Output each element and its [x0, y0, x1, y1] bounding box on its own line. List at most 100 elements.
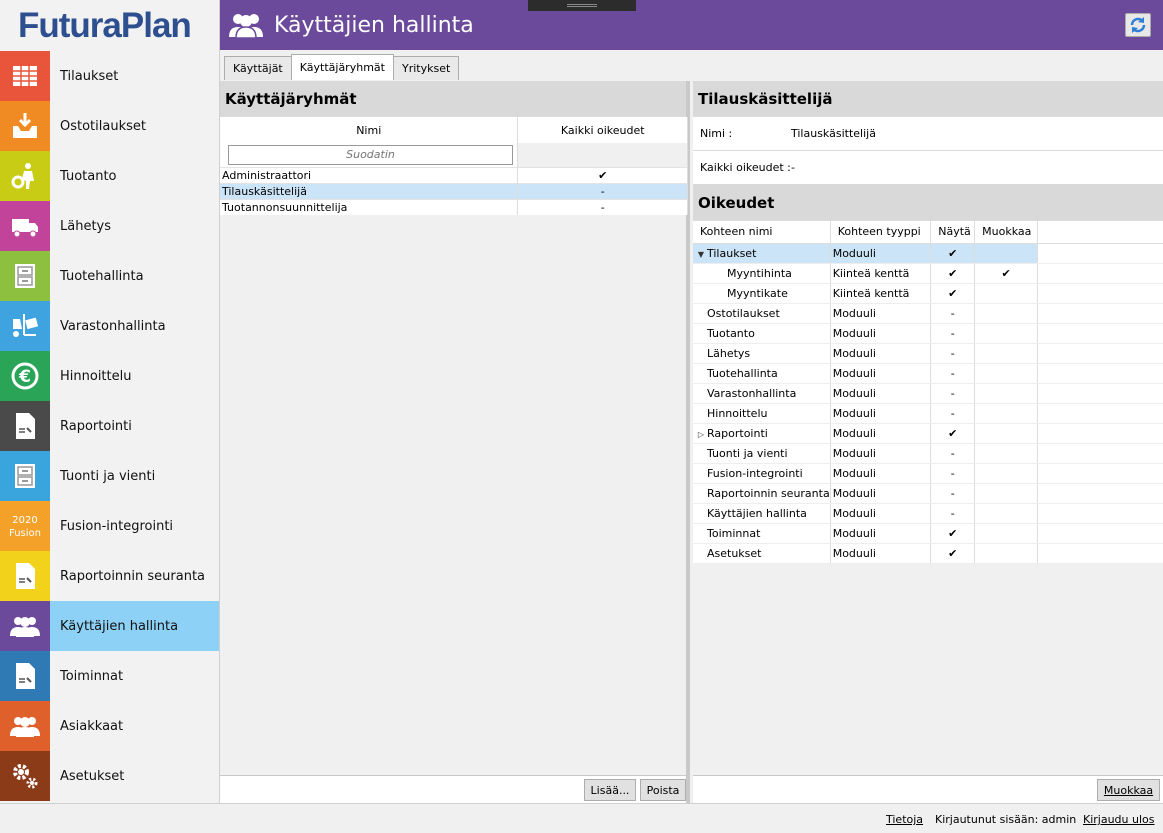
table-row[interactable]: Hinnoittelu Moduuli - [693, 403, 1163, 424]
permission-show-cell[interactable]: - [930, 503, 976, 524]
permission-type-cell: Moduuli [830, 363, 932, 384]
column-header-item-name[interactable]: Kohteen nimi [693, 221, 831, 244]
sidebar-item-toiminnat[interactable]: Toiminnat [0, 651, 219, 701]
window-drag-handle[interactable] [528, 0, 636, 11]
app-logo: FuturaPlan [18, 5, 192, 45]
permission-show-cell[interactable]: - [930, 403, 976, 424]
permission-name-cell: Myyntikate [693, 283, 831, 304]
permission-name-cell: Toiminnat [693, 523, 831, 544]
sidebar: FuturaPlan Tilaukset Ostotilaukset Tuotant… [0, 0, 220, 803]
permission-show-cell[interactable]: - [930, 443, 976, 464]
permission-edit-cell[interactable] [974, 483, 1039, 504]
table-row[interactable]: Tuotehallinta Moduuli - [693, 363, 1163, 384]
permission-edit-cell[interactable] [974, 403, 1039, 424]
remove-group-button[interactable]: Poista [640, 779, 686, 801]
permission-name: Ostotilaukset [707, 306, 780, 320]
edit-permissions-button[interactable]: Muokkaa [1097, 779, 1160, 801]
column-header-all-rights[interactable]: Kaikki oikeudet [517, 117, 688, 143]
table-row[interactable]: Tilauskäsittelijä - [220, 182, 688, 199]
table-row[interactable]: Tuonti ja vienti Moduuli - [693, 443, 1163, 464]
permission-edit-cell[interactable] [974, 283, 1039, 304]
permission-show-cell[interactable]: - [930, 483, 976, 504]
permission-type-cell: Moduuli [830, 463, 932, 484]
table-row[interactable]: Fusion-integrointi Moduuli - [693, 463, 1163, 484]
permission-edit-cell[interactable] [974, 243, 1039, 264]
permission-edit-cell[interactable] [974, 523, 1039, 544]
column-header-edit[interactable]: Muokkaa [974, 221, 1039, 244]
column-header-show[interactable]: Näytä [930, 221, 976, 244]
tab-user-groups[interactable]: Käyttäjäryhmät [290, 54, 394, 80]
table-row[interactable]: Myyntihinta Kiinteä kenttä ✔ ✔ [693, 263, 1163, 284]
permission-show-cell[interactable]: - [930, 383, 976, 404]
permission-show-cell[interactable]: ✔ [930, 243, 976, 264]
sidebar-item-varastonhallinta[interactable]: Varastonhallinta [0, 301, 219, 351]
sidebar-item-ostotilaukset[interactable]: Ostotilaukset [0, 101, 219, 151]
tree-expander-icon[interactable]: ▷ [695, 430, 707, 439]
sidebar-item-tilaukset[interactable]: Tilaukset [0, 51, 219, 101]
sidebar-item-asetukset[interactable]: Asetukset [0, 751, 219, 801]
column-header-item-type[interactable]: Kohteen tyyppi [830, 221, 932, 244]
logout-link[interactable]: Kirjaudu ulos [1083, 813, 1155, 826]
permission-show-cell[interactable]: ✔ [930, 283, 976, 304]
sidebar-item-hinnoittelu[interactable]: € Hinnoittelu [0, 351, 219, 401]
permission-show-cell[interactable]: - [930, 323, 976, 344]
table-row[interactable]: ▼ Tilaukset Moduuli ✔ [693, 243, 1163, 264]
permission-edit-cell[interactable] [974, 383, 1039, 404]
table-row[interactable]: Käyttäjien hallinta Moduuli - [693, 503, 1163, 524]
sidebar-item-raportointi[interactable]: Raportointi [0, 401, 219, 451]
report-icon [0, 551, 50, 601]
permission-name-cell: Tuonti ja vienti [693, 443, 831, 464]
table-row[interactable]: Ostotilaukset Moduuli - [693, 303, 1163, 324]
column-header-name[interactable]: Nimi [220, 117, 519, 143]
sidebar-item-raportoinnin-seuranta[interactable]: Raportoinnin seuranta [0, 551, 219, 601]
permission-name-cell: Varastonhallinta [693, 383, 831, 404]
permission-show-cell[interactable]: - [930, 303, 976, 324]
tree-expander-icon[interactable]: ▼ [695, 250, 707, 259]
refresh-button[interactable] [1125, 13, 1151, 37]
permission-show-cell[interactable]: ✔ [930, 523, 976, 544]
sidebar-item-label: Raportointi [60, 418, 132, 434]
sidebar-item-fusion-integrointi[interactable]: 2020 Fusion Fusion-integrointi [0, 501, 219, 551]
permission-edit-cell[interactable] [974, 463, 1039, 484]
permission-edit-cell[interactable] [974, 423, 1039, 444]
permission-show-cell[interactable]: - [930, 343, 976, 364]
sidebar-item-tuotanto[interactable]: Tuotanto [0, 151, 219, 201]
sidebar-item-tuonti-ja-vienti[interactable]: Tuonti ja vienti [0, 451, 219, 501]
table-row[interactable]: Administraattori ✔ [220, 166, 688, 183]
add-group-button[interactable]: Lisää... [584, 779, 636, 801]
table-row[interactable]: Lähetys Moduuli - [693, 343, 1163, 364]
permission-show-cell[interactable]: - [930, 363, 976, 384]
permission-edit-cell[interactable] [974, 543, 1039, 564]
sidebar-item-asiakkaat[interactable]: Asiakkaat [0, 701, 219, 751]
tab-users[interactable]: Käyttäjät [224, 56, 292, 80]
permission-type-cell: Moduuli [830, 243, 932, 264]
table-row[interactable]: Varastonhallinta Moduuli - [693, 383, 1163, 404]
permission-edit-cell[interactable] [974, 363, 1039, 384]
table-row[interactable]: Toiminnat Moduuli ✔ [693, 523, 1163, 544]
group-detail-panel: Tilauskäsittelijä Nimi : Tilauskäsitteli… [693, 81, 1163, 803]
filter-input[interactable] [228, 144, 513, 165]
permission-show-cell[interactable]: ✔ [930, 543, 976, 564]
permission-edit-cell[interactable]: ✔ [974, 263, 1039, 284]
permission-show-cell[interactable]: - [930, 463, 976, 484]
permission-edit-cell[interactable] [974, 503, 1039, 524]
about-link[interactable]: Tietoja [886, 813, 923, 826]
table-row[interactable]: Raportoinnin seuranta Moduuli - [693, 483, 1163, 504]
tab-companies[interactable]: Yritykset [392, 56, 460, 80]
sidebar-item-kayttajien-hallinta[interactable]: Käyttäjien hallinta [0, 601, 219, 651]
permission-show-cell[interactable]: ✔ [930, 423, 976, 444]
table-row[interactable]: Asetukset Moduuli ✔ [693, 543, 1163, 564]
logged-in-text: Kirjautunut sisään: admin [935, 813, 1077, 826]
permission-edit-cell[interactable] [974, 343, 1039, 364]
permission-edit-cell[interactable] [974, 323, 1039, 344]
table-row[interactable]: Tuotannonsuunnittelija - [220, 198, 688, 215]
sidebar-item-tuotehallinta[interactable]: Tuotehallinta [0, 251, 219, 301]
permission-edit-cell[interactable] [974, 303, 1039, 324]
permission-edit-cell[interactable] [974, 443, 1039, 464]
permission-show-cell[interactable]: ✔ [930, 263, 976, 284]
table-row[interactable]: Myyntikate Kiinteä kenttä ✔ [693, 283, 1163, 304]
sidebar-item-lahetys[interactable]: Lähetys [0, 201, 219, 251]
table-row[interactable]: Tuotanto Moduuli - [693, 323, 1163, 344]
table-row[interactable]: ▷ Raportointi Moduuli ✔ [693, 423, 1163, 444]
permission-type-cell: Moduuli [830, 323, 932, 344]
